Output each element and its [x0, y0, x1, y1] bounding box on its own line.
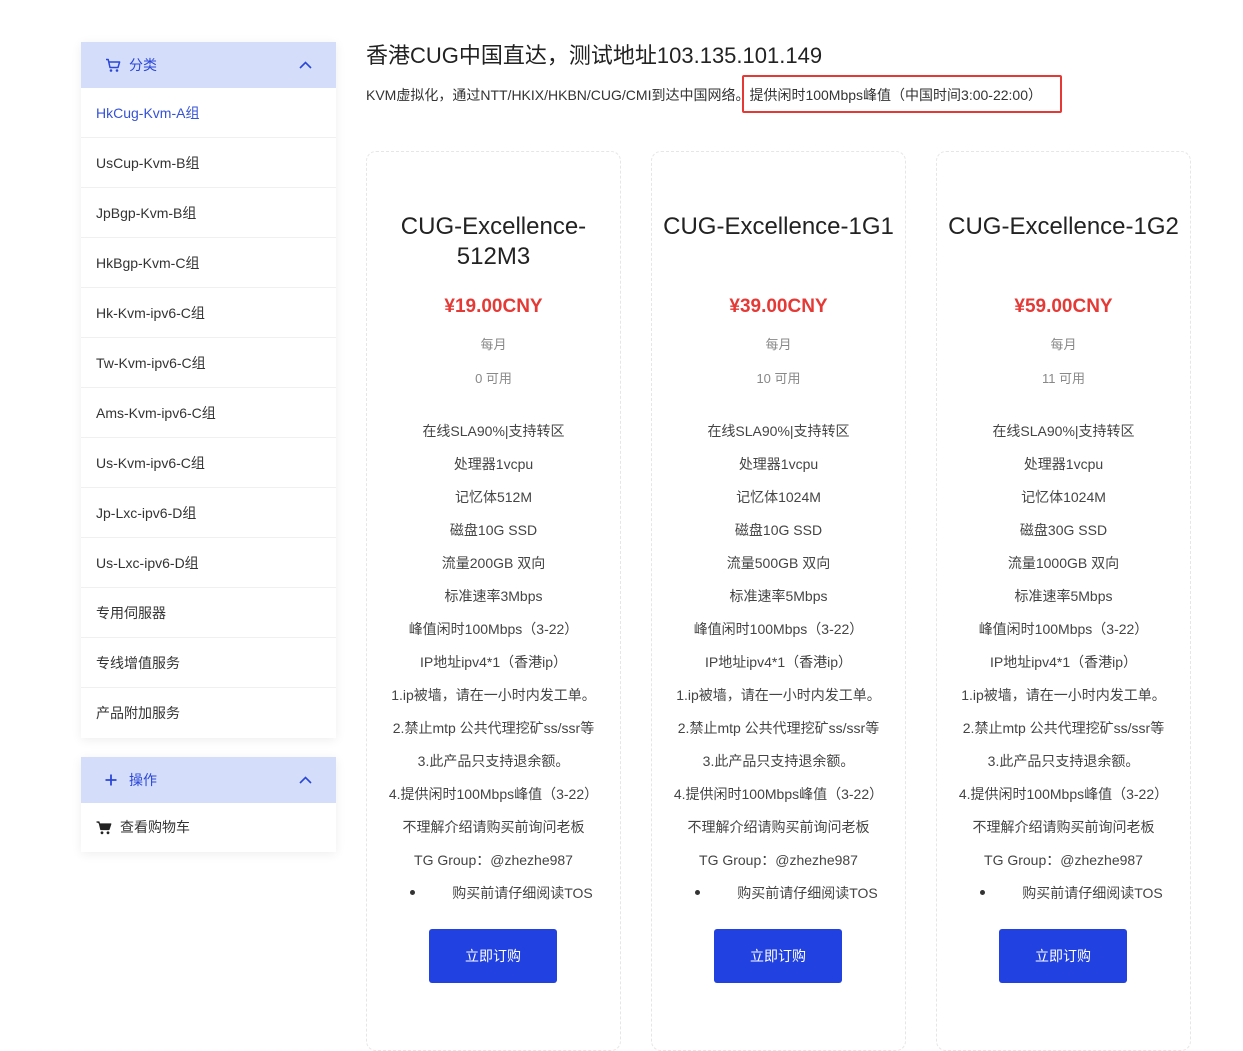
sidebar-item-tw-kvm-ipv6-c[interactable]: Tw-Kvm-ipv6-C组: [81, 338, 336, 388]
feature-item: 1.ip被墙，请在一小时内发工单。: [676, 687, 881, 703]
feature-item: 峰值闲时100Mbps（3-22）: [693, 621, 864, 637]
feature-item: 流量1000GB 双向: [1007, 555, 1120, 571]
product-card: CUG-Excellence-512M3 ¥19.00CNY 每月 0 可用 在…: [366, 151, 621, 1051]
availability: 0 可用: [475, 371, 512, 386]
cart-icon: [96, 820, 112, 835]
feature-item: 不理解介绍请购买前询问老板: [972, 819, 1155, 835]
tos-note-text: 购买前请仔细阅读TOS: [1022, 885, 1163, 901]
feature-item: 2.禁止mtp 公共代理挖矿ss/ssr等: [392, 720, 595, 736]
feature-list: 在线SLA90%|支持转区 处理器1vcpu 记忆体1024M 磁盘10G SS…: [652, 420, 905, 915]
actions-panel: 操作 查看购物车: [81, 757, 336, 852]
tos-note-text: 购买前请仔细阅读TOS: [737, 885, 878, 901]
sidebar-item-jp-lxc-ipv6-d[interactable]: Jp-Lxc-ipv6-D组: [81, 488, 336, 538]
sidebar-item-ams-kvm-ipv6-c[interactable]: Ams-Kvm-ipv6-C组: [81, 388, 336, 438]
feature-item: IP地址ipv4*1（香港ip）: [989, 654, 1138, 670]
view-cart-label: 查看购物车: [120, 819, 190, 835]
product-price: ¥59.00CNY: [1014, 296, 1113, 317]
product-name: CUG-Excellence-512M3: [400, 213, 587, 270]
sidebar-item-us-lxc-ipv6-d[interactable]: Us-Lxc-ipv6-D组: [81, 538, 336, 588]
feature-item: 4.提供闲时100Mbps峰值（3-22）: [388, 786, 599, 802]
feature-item: 流量500GB 双向: [726, 555, 831, 571]
billing-cycle: 每月: [765, 337, 792, 352]
feature-item: 在线SLA90%|支持转区: [707, 423, 850, 439]
actions-panel-title: 操作: [129, 772, 157, 788]
sidebar-item-jpbgp-kvm-b[interactable]: JpBgp-Kvm-B组: [81, 188, 336, 238]
categories-panel: 分类 HkCug-Kvm-A组 UsCup-Kvm-B组 JpBgp-Kvm-B…: [81, 42, 336, 738]
feature-item: TG Group：@zhezhe987: [699, 852, 858, 868]
feature-item: 4.提供闲时100Mbps峰值（3-22）: [673, 786, 884, 802]
order-now-button[interactable]: 立即订购: [429, 929, 557, 983]
feature-item: 2.禁止mtp 公共代理挖矿ss/ssr等: [962, 720, 1165, 736]
feature-item: 在线SLA90%|支持转区: [992, 423, 1135, 439]
product-name: CUG-Excellence-1G2: [948, 213, 1179, 240]
feature-item: 2.禁止mtp 公共代理挖矿ss/ssr等: [677, 720, 880, 736]
feature-item: 磁盘10G SSD: [734, 522, 823, 538]
billing-cycle: 每月: [480, 337, 507, 352]
product-card: CUG-Excellence-1G1 ¥39.00CNY 每月 10 可用 在线…: [651, 151, 906, 1051]
plus-icon: [105, 774, 123, 786]
feature-item: 磁盘30G SSD: [1019, 522, 1108, 538]
actions-panel-header[interactable]: 操作: [81, 757, 336, 803]
chevron-up-icon[interactable]: [298, 58, 312, 72]
order-now-button[interactable]: 立即订购: [714, 929, 842, 983]
sidebar-item-dedicated-server[interactable]: 专用伺服器: [81, 588, 336, 638]
feature-item: 3.此产品只支持退余额。: [417, 753, 570, 769]
feature-item: 标准速率3Mbps: [444, 588, 543, 604]
feature-item: 不理解介绍请购买前询问老板: [687, 819, 870, 835]
tos-note: 购买前请仔细阅读TOS: [937, 882, 1190, 915]
feature-item: 标准速率5Mbps: [1014, 588, 1113, 604]
feature-item: 不理解介绍请购买前询问老板: [402, 819, 585, 835]
feature-list: 在线SLA90%|支持转区 处理器1vcpu 记忆体1024M 磁盘30G SS…: [937, 420, 1190, 915]
feature-item: IP地址ipv4*1（香港ip）: [419, 654, 568, 670]
sidebar-item-product-addons[interactable]: 产品附加服务: [81, 688, 336, 738]
product-price: ¥19.00CNY: [444, 296, 543, 317]
sidebar-item-hkcug-kvm-a[interactable]: HkCug-Kvm-A组: [81, 88, 336, 138]
feature-item: TG Group：@zhezhe987: [984, 852, 1143, 868]
feature-item: 记忆体512M: [454, 489, 533, 505]
categories-panel-title: 分类: [129, 57, 157, 73]
tos-note: 购买前请仔细阅读TOS: [367, 882, 620, 915]
availability: 11 可用: [1041, 371, 1086, 386]
feature-item: 处理器1vcpu: [738, 456, 819, 472]
feature-item: 处理器1vcpu: [1023, 456, 1104, 472]
feature-item: 4.提供闲时100Mbps峰值（3-22）: [958, 786, 1169, 802]
sidebar-item-us-kvm-ipv6-c[interactable]: Us-Kvm-ipv6-C组: [81, 438, 336, 488]
feature-item: 1.ip被墙，请在一小时内发工单。: [391, 687, 596, 703]
order-now-button[interactable]: 立即订购: [999, 929, 1127, 983]
sidebar-item-uscup-kvm-b[interactable]: UsCup-Kvm-B组: [81, 138, 336, 188]
feature-item: 峰值闲时100Mbps（3-22）: [408, 621, 579, 637]
feature-item: TG Group：@zhezhe987: [414, 852, 573, 868]
feature-item: 3.此产品只支持退余额。: [987, 753, 1140, 769]
tos-note-text: 购买前请仔细阅读TOS: [452, 885, 593, 901]
feature-item: 处理器1vcpu: [453, 456, 534, 472]
product-card: CUG-Excellence-1G2 ¥59.00CNY 每月 11 可用 在线…: [936, 151, 1191, 1051]
categories-panel-header[interactable]: 分类: [81, 42, 336, 88]
view-cart-link[interactable]: 查看购物车: [81, 803, 336, 852]
feature-item: 在线SLA90%|支持转区: [422, 423, 565, 439]
product-name: CUG-Excellence-1G1: [663, 213, 894, 240]
feature-item: 记忆体1024M: [736, 489, 821, 505]
tos-note: 购买前请仔细阅读TOS: [652, 882, 905, 915]
feature-item: 标准速率5Mbps: [729, 588, 828, 604]
highlight-box: [742, 75, 1062, 113]
page-title: 香港CUG中国直达，测试地址103.135.101.149: [366, 43, 823, 68]
feature-item: 3.此产品只支持退余额。: [702, 753, 855, 769]
feature-item: 磁盘10G SSD: [449, 522, 538, 538]
sidebar-item-hk-kvm-ipv6-c[interactable]: Hk-Kvm-ipv6-C组: [81, 288, 336, 338]
cart-icon: [105, 58, 123, 73]
chevron-up-icon[interactable]: [298, 773, 312, 787]
feature-list: 在线SLA90%|支持转区 处理器1vcpu 记忆体512M 磁盘10G SSD…: [367, 420, 620, 915]
feature-item: 流量200GB 双向: [441, 555, 546, 571]
billing-cycle: 每月: [1050, 337, 1077, 352]
feature-item: IP地址ipv4*1（香港ip）: [704, 654, 853, 670]
product-price: ¥39.00CNY: [729, 296, 828, 317]
sidebar-item-dedicated-line-service[interactable]: 专线增值服务: [81, 638, 336, 688]
feature-item: 1.ip被墙，请在一小时内发工单。: [961, 687, 1166, 703]
feature-item: 记忆体1024M: [1021, 489, 1106, 505]
sidebar-item-hkbgp-kvm-c[interactable]: HkBgp-Kvm-C组: [81, 238, 336, 288]
feature-item: 峰值闲时100Mbps（3-22）: [978, 621, 1149, 637]
availability: 10 可用: [756, 371, 801, 386]
